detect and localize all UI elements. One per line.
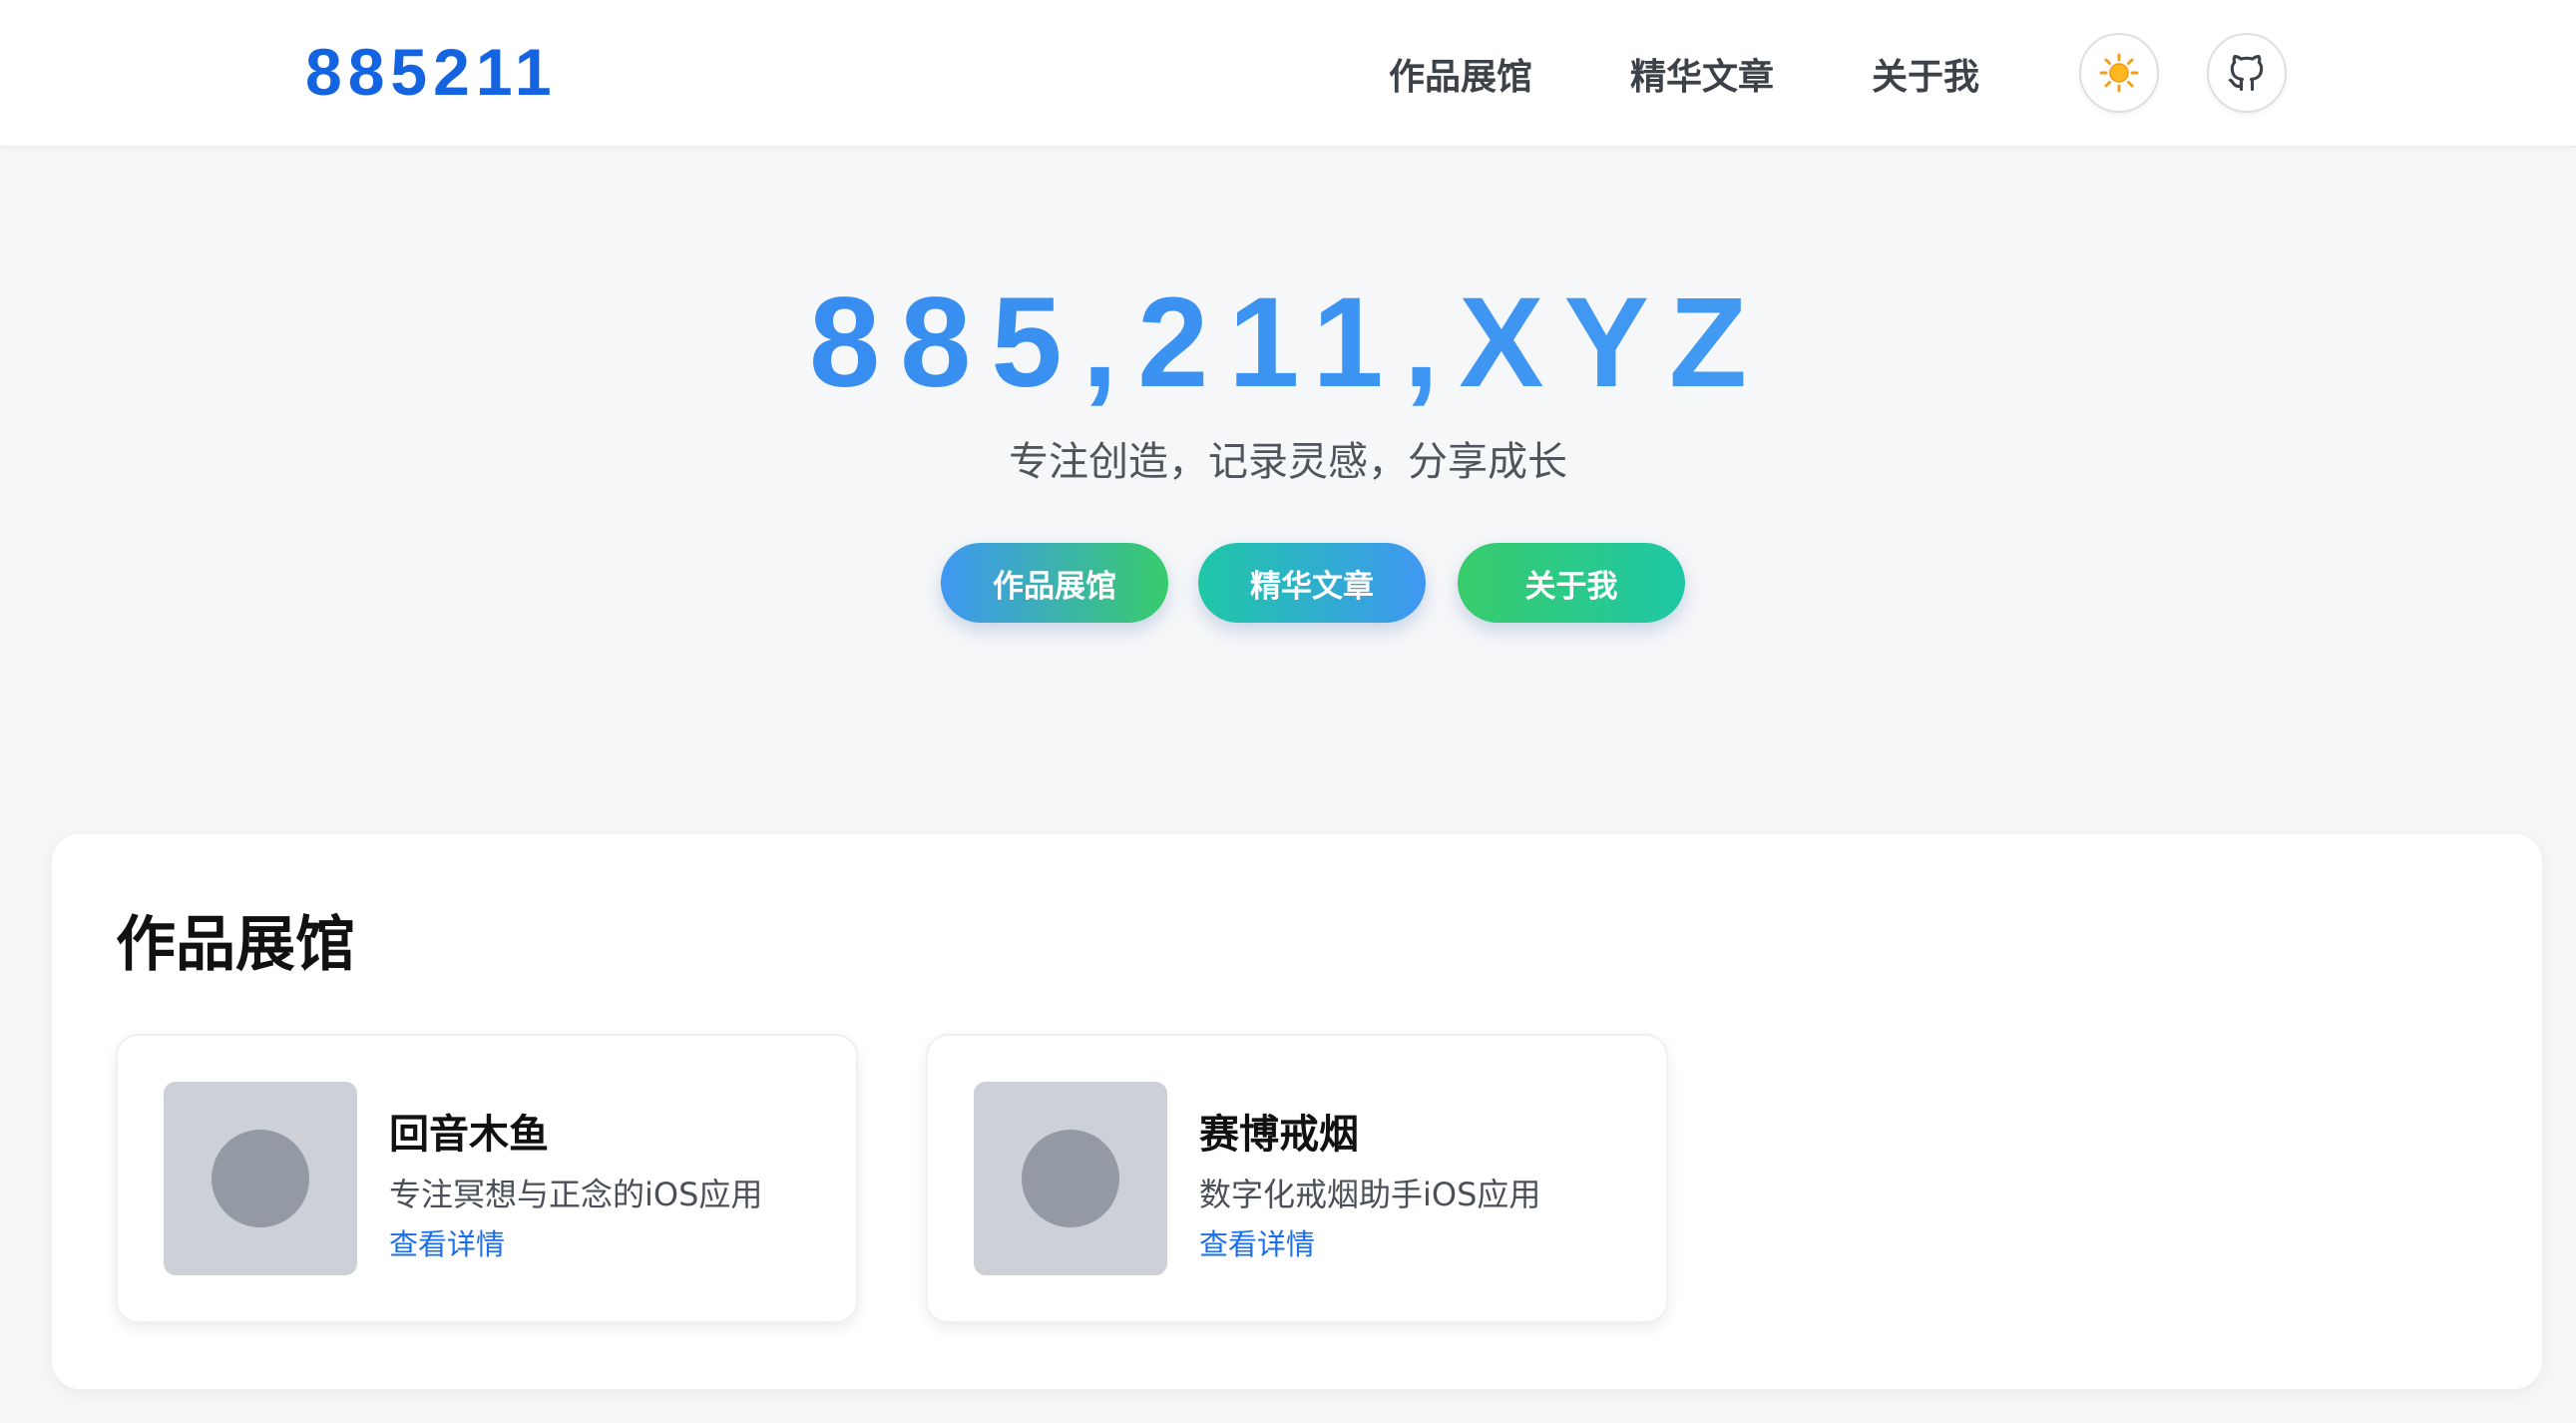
view-details-link[interactable]: 查看详情 xyxy=(389,1221,505,1263)
github-link-button[interactable] xyxy=(2207,33,2287,113)
placeholder-circle-icon xyxy=(1022,1130,1119,1227)
site-logo[interactable]: 885211 xyxy=(305,34,558,110)
work-thumbnail-placeholder xyxy=(164,1082,357,1275)
work-thumbnail-placeholder xyxy=(974,1082,1167,1275)
hero-subtitle: 专注创造，记录灵感，分享成长 xyxy=(1009,439,1567,485)
sun-icon xyxy=(2099,53,2139,93)
work-card-title: 回音木鱼 xyxy=(389,1112,549,1158)
work-card[interactable]: 赛博戒烟 数字化戒烟助手iOS应用 查看详情 xyxy=(926,1034,1668,1323)
work-card[interactable]: 回音木鱼 专注冥想与正念的iOS应用 查看详情 xyxy=(116,1034,858,1323)
nav-link-works[interactable]: 作品展馆 xyxy=(1389,48,1532,100)
github-icon xyxy=(2228,55,2264,92)
section-title: 作品展馆 xyxy=(116,910,355,980)
works-showcase-panel: 作品展馆 回音木鱼 专注冥想与正念的iOS应用 查看详情 赛博戒烟 数字化戒烟助… xyxy=(52,834,2542,1389)
view-details-link[interactable]: 查看详情 xyxy=(1199,1221,1315,1263)
hero-button-works[interactable]: 作品展馆 xyxy=(941,543,1168,623)
hero-button-articles[interactable]: 精华文章 xyxy=(1198,543,1426,623)
work-card-title: 赛博戒烟 xyxy=(1199,1112,1359,1158)
work-card-description: 专注冥想与正念的iOS应用 xyxy=(389,1176,763,1213)
top-nav-bar: 885211 作品展馆 精华文章 关于我 xyxy=(0,0,2576,148)
nav-link-articles[interactable]: 精华文章 xyxy=(1630,48,1774,100)
nav-link-about[interactable]: 关于我 xyxy=(1872,48,1979,100)
placeholder-circle-icon xyxy=(212,1130,309,1227)
work-card-description: 数字化戒烟助手iOS应用 xyxy=(1199,1176,1541,1213)
hero-button-about[interactable]: 关于我 xyxy=(1458,543,1685,623)
theme-toggle-button[interactable] xyxy=(2079,33,2159,113)
hero-title: 885,211,XYZ xyxy=(0,269,2576,416)
